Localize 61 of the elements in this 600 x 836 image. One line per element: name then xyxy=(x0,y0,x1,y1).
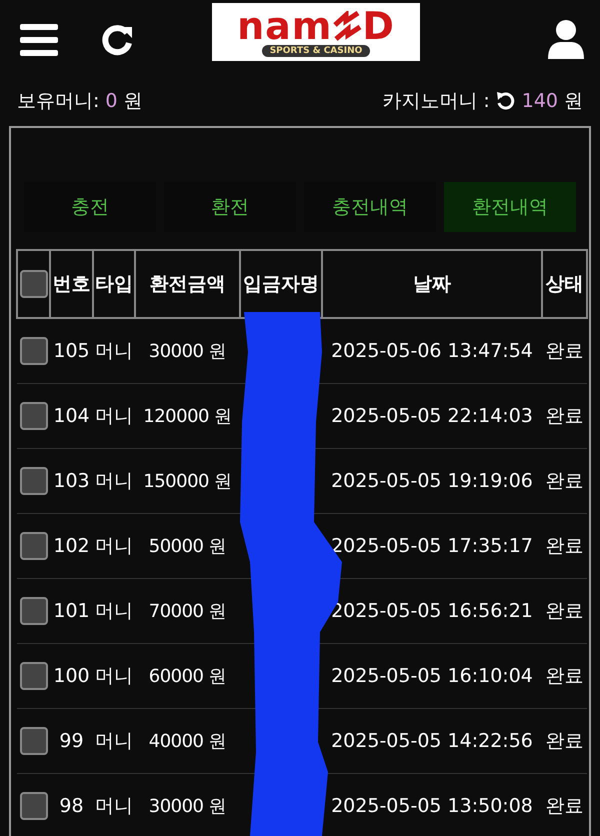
table-cell: 머니 xyxy=(93,448,135,514)
checkbox[interactable] xyxy=(20,532,48,560)
checkbox[interactable] xyxy=(20,727,48,755)
table-cell: 완료 xyxy=(542,644,587,708)
table-cell: 103 xyxy=(50,448,93,514)
table-cell: 2025-05-06 13:47:54 xyxy=(322,318,542,384)
table-cell: 완료 xyxy=(542,708,587,774)
column-header: 날짜 xyxy=(322,250,542,318)
menu-icon[interactable] xyxy=(20,23,58,57)
table-cell: 60000 원 xyxy=(135,644,240,708)
table-cell: 30000 원 xyxy=(135,774,240,836)
column-header: 번호 xyxy=(50,250,93,318)
refresh-icon[interactable] xyxy=(100,23,134,57)
checkbox[interactable] xyxy=(20,662,48,690)
user-icon[interactable] xyxy=(546,19,586,61)
table-cell: 50000 원 xyxy=(135,514,240,578)
table-cell: 98 xyxy=(50,774,93,836)
checkbox[interactable] xyxy=(20,467,48,495)
table-cell: 2025-05-05 19:19:06 xyxy=(322,448,542,514)
checkbox[interactable] xyxy=(20,597,48,625)
table-cell: 40000 원 xyxy=(135,708,240,774)
table-cell: 2025-05-05 22:14:03 xyxy=(322,384,542,448)
table-cell: 완료 xyxy=(542,514,587,578)
table-cell: 완료 xyxy=(542,578,587,644)
money-value: 0 xyxy=(105,90,118,112)
table-cell: 머니 xyxy=(93,318,135,384)
casino-money-label: 카지노머니 : xyxy=(382,89,490,114)
logo: nam D SPORTS & CASINO xyxy=(212,3,420,61)
table-cell: 102 xyxy=(50,514,93,578)
column-header: 환전금액 xyxy=(135,250,240,318)
casino-money-unit: 원 xyxy=(564,89,583,114)
table-cell: 105 xyxy=(50,318,93,384)
refresh-icon[interactable] xyxy=(496,91,516,111)
checkbox[interactable] xyxy=(20,402,48,430)
table-cell: 완료 xyxy=(542,318,587,384)
money-unit: 원 xyxy=(124,89,142,114)
column-header: 타입 xyxy=(93,250,135,318)
table-cell: 완료 xyxy=(542,448,587,514)
table-cell: 30000 원 xyxy=(135,318,240,384)
casino-money-value: 140 xyxy=(522,90,558,112)
table-cell: 머니 xyxy=(93,708,135,774)
table-cell: 101 xyxy=(50,578,93,644)
table-cell: 99 xyxy=(50,708,93,774)
column-header: 상태 xyxy=(542,250,587,318)
table-cell: 머니 xyxy=(93,578,135,644)
checkbox[interactable] xyxy=(20,792,48,820)
table-cell: 완료 xyxy=(542,384,587,448)
table-cell: 100 xyxy=(50,644,93,708)
checkbox[interactable] xyxy=(20,270,48,298)
table-cell: 완료 xyxy=(542,774,587,836)
table-cell: 70000 원 xyxy=(135,578,240,644)
table-cell: 머니 xyxy=(93,644,135,708)
table-cell: 2025-05-05 16:10:04 xyxy=(322,644,542,708)
table-cell: 머니 xyxy=(93,774,135,836)
money-label: 보유머니: xyxy=(17,89,100,114)
tab[interactable]: 환전내역 xyxy=(444,182,576,232)
table-cell: 120000 원 xyxy=(135,384,240,448)
table-cell: 104 xyxy=(50,384,93,448)
table-cell: 머니 xyxy=(93,514,135,578)
table-cell: 머니 xyxy=(93,384,135,448)
checkbox[interactable] xyxy=(20,337,48,365)
